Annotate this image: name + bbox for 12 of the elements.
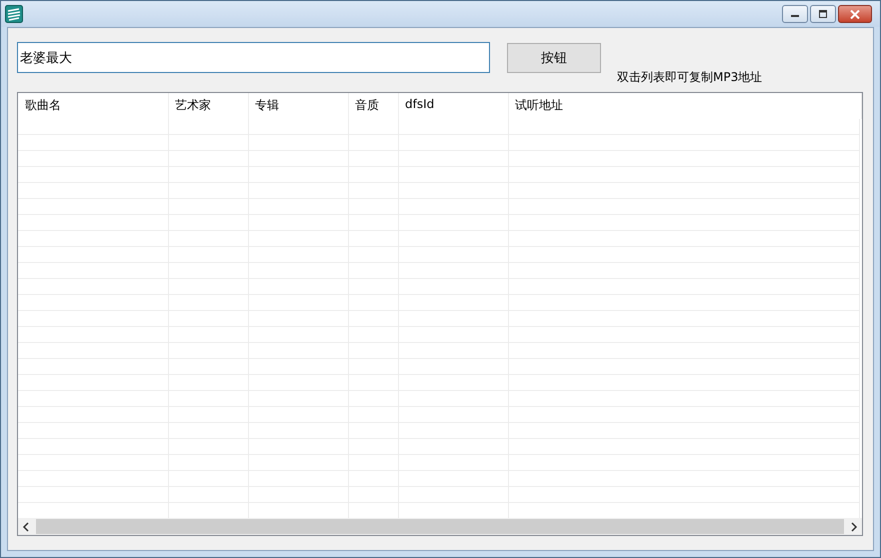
hint-text: 双击列表即可复制MP3地址 xyxy=(617,69,762,86)
close-button[interactable] xyxy=(838,5,872,23)
maximize-button[interactable] xyxy=(810,5,836,23)
search-field[interactable]: 老婆最大 xyxy=(17,42,490,73)
search-button[interactable]: 按钮 xyxy=(507,43,601,73)
maximize-icon xyxy=(818,10,828,18)
song-list[interactable]: 歌曲名 艺术家 专辑 音质 dfsId 试听地址 xyxy=(17,92,863,536)
app-icon xyxy=(5,5,23,23)
horizontal-scrollbar[interactable] xyxy=(18,518,862,535)
close-icon xyxy=(850,10,860,18)
minimize-button[interactable] xyxy=(782,5,808,23)
scrollbar-thumb[interactable] xyxy=(36,519,844,534)
